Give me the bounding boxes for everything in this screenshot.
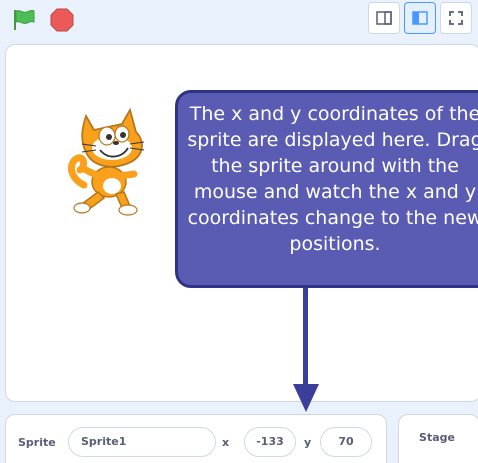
y-label: y [304,436,312,449]
callout-arrow-head-icon [293,384,319,412]
stage-toolbar [0,0,478,40]
fullscreen-button[interactable] [440,2,472,34]
stage-selector[interactable]: Stage [398,414,478,463]
green-flag-icon[interactable] [12,9,36,31]
sprite-info-panel: Sprite Sprite1 x -133 y 70 [5,414,387,463]
large-stage-icon [412,11,428,25]
fullscreen-icon [449,11,463,25]
sprite-label: Sprite [18,436,56,449]
scratch-editor: The x and y coordinates of the sprite ar… [0,0,478,463]
stop-icon[interactable] [50,8,74,32]
small-stage-icon [376,11,392,25]
scratch-cat-sprite[interactable] [64,100,174,220]
y-coordinate-input[interactable]: 70 [320,427,372,457]
large-stage-button[interactable] [404,2,436,34]
small-stage-button[interactable] [368,2,400,34]
sprite-name-input[interactable]: Sprite1 [68,427,216,457]
stage-label: Stage [419,431,455,444]
callout-arrow-line [303,288,308,388]
callout-text: The x and y coordinates of the sprite ar… [187,103,478,255]
x-coordinate-input[interactable]: -133 [244,427,296,457]
coordinates-callout: The x and y coordinates of the sprite ar… [175,90,478,288]
x-label: x [222,436,230,449]
